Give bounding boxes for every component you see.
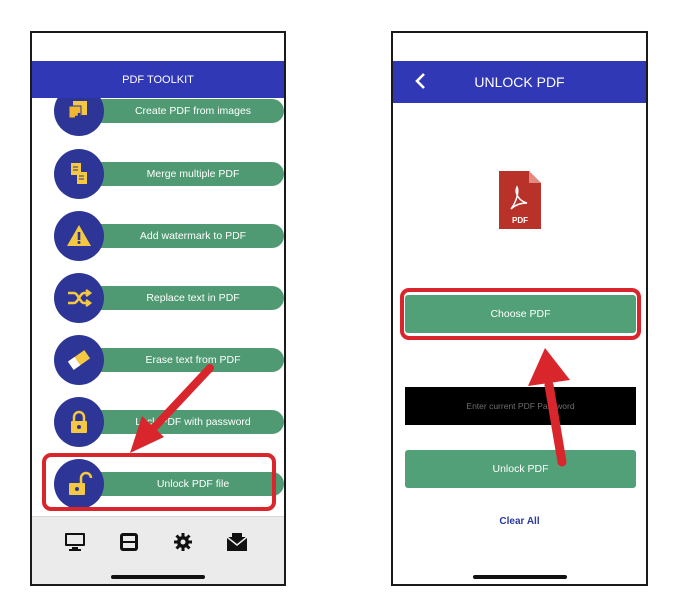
scanner-icon[interactable] bbox=[116, 531, 142, 553]
password-field[interactable] bbox=[405, 387, 636, 425]
tool-item-merge-pdf[interactable]: Merge multiple PDF bbox=[54, 149, 284, 199]
tool-button[interactable]: Lock PDF with password bbox=[80, 410, 284, 434]
image-add-icon bbox=[54, 98, 104, 136]
pdf-file-icon: PDF bbox=[497, 169, 543, 231]
padlock-icon bbox=[54, 397, 104, 447]
chevron-left-icon bbox=[414, 72, 426, 93]
clear-all-link[interactable]: Clear All bbox=[393, 516, 646, 527]
tool-item-lock-pdf[interactable]: Lock PDF with password bbox=[54, 397, 284, 447]
pdf-icon-label: PDF bbox=[512, 216, 528, 225]
monitor-icon[interactable] bbox=[62, 531, 88, 553]
tool-button[interactable]: Create PDF from images bbox=[80, 99, 284, 123]
shuffle-icon bbox=[54, 273, 104, 323]
phone-screen-unlock-pdf: UNLOCK PDF PDF Choose PDF Unlock PDF Cle… bbox=[391, 31, 648, 586]
tool-item-erase-text[interactable]: Erase text from PDF bbox=[54, 335, 284, 385]
tool-button[interactable]: Replace text in PDF bbox=[80, 286, 284, 310]
tool-button[interactable]: Add watermark to PDF bbox=[80, 224, 284, 248]
page-title: UNLOCK PDF bbox=[474, 74, 565, 90]
eraser-icon bbox=[54, 335, 104, 385]
merge-documents-icon bbox=[54, 149, 104, 199]
app-title: PDF TOOLKIT bbox=[122, 73, 194, 86]
home-indicator bbox=[472, 575, 567, 579]
gear-icon[interactable] bbox=[170, 531, 196, 553]
app-bar: PDF TOOLKIT bbox=[32, 61, 284, 98]
highlight-unlock-pdf-file bbox=[42, 453, 276, 511]
warning-triangle-icon bbox=[54, 211, 104, 261]
tool-item-create-pdf[interactable]: Create PDF from images bbox=[54, 98, 284, 136]
tool-button[interactable]: Erase text from PDF bbox=[80, 348, 284, 372]
tool-button[interactable]: Merge multiple PDF bbox=[80, 162, 284, 186]
tool-item-add-watermark[interactable]: Add watermark to PDF bbox=[54, 211, 284, 261]
phone-screen-pdf-toolkit: PDF TOOLKIT Create PDF from images Merge… bbox=[30, 31, 286, 586]
bottom-navigation bbox=[32, 516, 284, 584]
tool-item-replace-text[interactable]: Replace text in PDF bbox=[54, 273, 284, 323]
unlock-pdf-button[interactable]: Unlock PDF bbox=[405, 450, 636, 488]
back-button[interactable] bbox=[407, 67, 433, 97]
highlight-choose-pdf bbox=[400, 288, 641, 340]
envelope-icon[interactable] bbox=[224, 531, 250, 553]
home-indicator bbox=[111, 575, 205, 579]
app-bar: UNLOCK PDF bbox=[393, 61, 646, 103]
